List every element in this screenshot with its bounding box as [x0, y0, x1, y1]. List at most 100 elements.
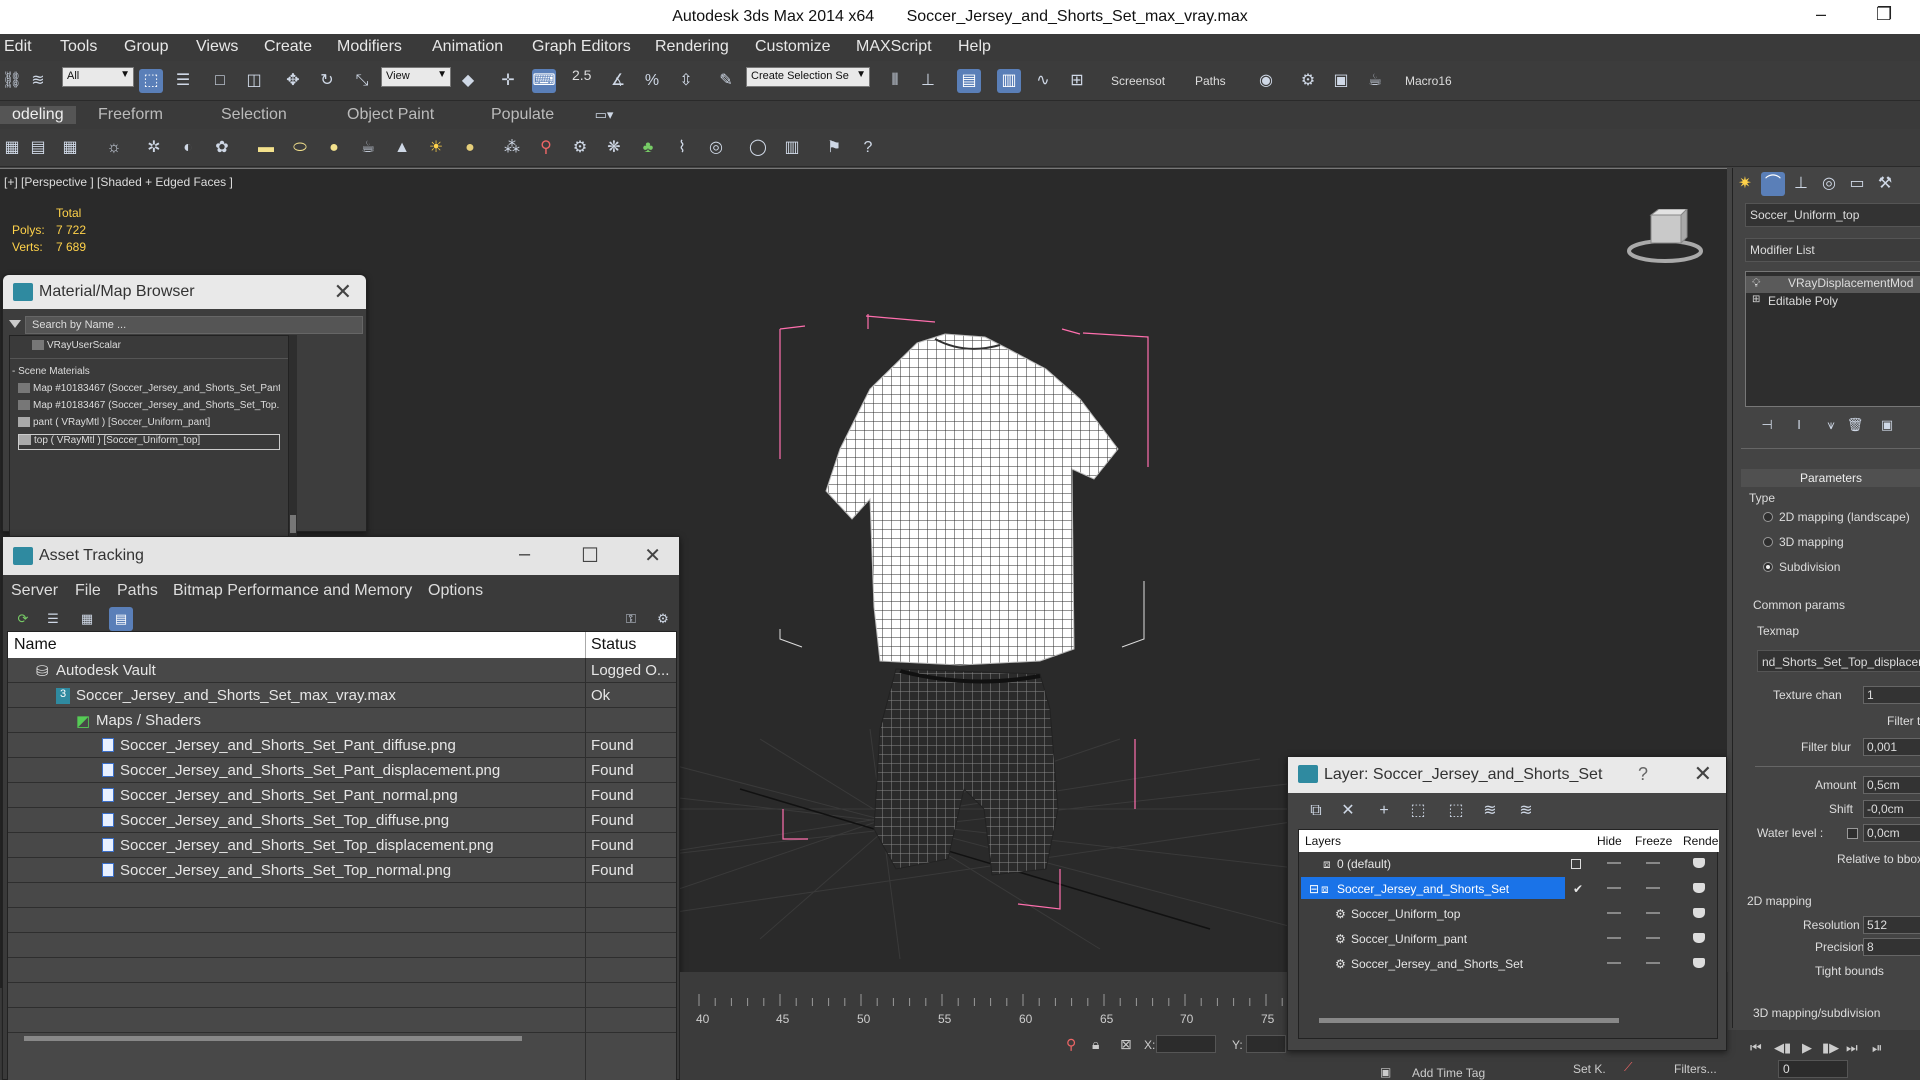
freeze-toggle[interactable]: [1646, 862, 1660, 864]
y-coordinate-field[interactable]: [1246, 1035, 1286, 1053]
display-tab-icon[interactable]: ▭: [1845, 172, 1869, 196]
precision-spinner[interactable]: 8: [1863, 938, 1920, 956]
layers-icon[interactable]: ▦: [0, 136, 24, 160]
menu-options[interactable]: Options: [428, 582, 483, 600]
render-teapot-icon[interactable]: [1693, 958, 1705, 968]
spinner-snap-icon[interactable]: ⇳: [674, 69, 698, 93]
viewcube-icon[interactable]: [1625, 207, 1705, 272]
set-key-button[interactable]: Set K.: [1573, 1062, 1606, 1076]
shift-spinner[interactable]: -0,0cm: [1863, 800, 1920, 818]
tab-populate[interactable]: Populate: [491, 106, 554, 124]
tab-object-paint[interactable]: Object Paint: [347, 106, 434, 124]
select-object-icon[interactable]: ⬚: [139, 69, 163, 93]
radio-2d-mapping[interactable]: [1763, 512, 1773, 522]
absolute-mode-icon[interactable]: ⊠: [1120, 1036, 1132, 1053]
help-icon[interactable]: ?: [856, 136, 880, 160]
next-frame-icon[interactable]: ▮▶: [1822, 1040, 1839, 1056]
percent-snap-icon[interactable]: %: [640, 69, 664, 93]
grid-icon[interactable]: ▦: [58, 136, 82, 160]
table-row[interactable]: 3 Soccer_Jersey_and_Shorts_Set_max_vray.…: [8, 683, 676, 708]
list-item[interactable]: Map #10183467 (Soccer_Jersey_and_Shorts_…: [18, 400, 280, 416]
link-icon[interactable]: ⛓: [0, 69, 24, 93]
column-status[interactable]: Status: [591, 636, 636, 654]
vray-fur-icon[interactable]: ⁂: [500, 136, 524, 160]
thumbnail-view-icon[interactable]: ▦: [75, 607, 99, 631]
list-item[interactable]: VRayUserScalar: [32, 340, 294, 356]
vray-frame-buffer-icon[interactable]: ▥: [780, 136, 804, 160]
menu-group[interactable]: Group: [124, 38, 168, 56]
relative-to-bbox-checkbox[interactable]: Relative to bbox: [1837, 852, 1920, 866]
material-browser-titlebar[interactable]: Material/Map Browser ✕: [3, 275, 366, 309]
highlight-selected-icon[interactable]: ⬚: [1444, 799, 1468, 823]
angle-snap-icon[interactable]: ∡: [606, 69, 630, 93]
menu-file[interactable]: File: [75, 582, 101, 600]
box-icon[interactable]: ⬭: [288, 136, 312, 160]
select-by-name-icon[interactable]: ☰: [171, 69, 195, 93]
options-triangle-icon[interactable]: [9, 320, 21, 328]
remove-modifier-icon[interactable]: 🗑︎: [1843, 413, 1867, 437]
render-teapot-icon[interactable]: [1693, 883, 1705, 893]
rendered-frame-window-icon[interactable]: ▣: [1329, 69, 1353, 93]
group-scene-materials[interactable]: - Scene Materials: [12, 366, 90, 377]
list-view-icon[interactable]: ☰: [41, 607, 65, 631]
radio-subdivision[interactable]: [1763, 562, 1773, 572]
menu-modifiers[interactable]: Modifiers: [337, 38, 402, 56]
render-teapot-icon[interactable]: [1693, 908, 1705, 918]
pivot-center-icon[interactable]: ◆: [456, 69, 480, 93]
vray-plane-icon[interactable]: ♣: [636, 136, 660, 160]
paths-button[interactable]: Paths: [1195, 74, 1226, 88]
snapshot-icon[interactable]: ✲: [142, 136, 166, 160]
modifier-list-dropdown[interactable]: Modifier List: [1745, 238, 1920, 262]
configure-modifier-sets-icon[interactable]: ▣: [1875, 413, 1899, 437]
hierarchy-tab-icon[interactable]: ⊥: [1789, 172, 1813, 196]
key-mode-icon[interactable]: ⏯: [1872, 1040, 1882, 1056]
material-editor-icon[interactable]: ◉: [1254, 69, 1278, 93]
column-name[interactable]: Name: [14, 636, 57, 654]
resolution-spinner[interactable]: 512: [1863, 916, 1920, 934]
menu-bitmap-performance[interactable]: Bitmap Performance and Memory: [173, 582, 412, 600]
add-time-tag-button[interactable]: Add Time Tag: [1412, 1066, 1485, 1080]
table-row[interactable]: Soccer_Jersey_and_Shorts_Set_Pant_normal…: [8, 783, 676, 808]
maximize-icon[interactable]: ☐: [581, 543, 599, 568]
list-item-selected[interactable]: top ( VRayMtl ) [Soccer_Uniform_top]: [18, 434, 280, 450]
amount-spinner[interactable]: 0,5cm: [1863, 776, 1920, 794]
close-icon[interactable]: ✕: [1694, 761, 1712, 787]
hide-toggle[interactable]: [1607, 962, 1621, 964]
close-icon[interactable]: ✕: [334, 279, 352, 305]
parameters-rollout-header[interactable]: Parameters: [1741, 469, 1920, 487]
curve-editor-icon[interactable]: ∿: [1031, 69, 1055, 93]
table-row[interactable]: ◩ Maps / Shaders: [8, 708, 676, 733]
vray-fog-icon[interactable]: ◎: [704, 136, 728, 160]
checkmark-icon[interactable]: ✔: [1573, 882, 1583, 896]
schematic-view-icon[interactable]: ⊞: [1065, 69, 1089, 93]
layer-window-titlebar[interactable]: Layer: Soccer_Jersey_and_Shorts_Set ? ✕: [1288, 757, 1726, 793]
render-teapot-icon[interactable]: [1693, 933, 1705, 943]
layer-object-row[interactable]: ⚙ Soccer_Jersey_and_Shorts_Set: [1299, 952, 1719, 977]
plane-icon[interactable]: ▬: [254, 136, 278, 160]
menu-rendering[interactable]: Rendering: [655, 38, 729, 56]
filter-blur-spinner[interactable]: 0,001: [1863, 738, 1920, 756]
layer-manager-icon[interactable]: ▥: [997, 69, 1021, 93]
scrollbar-thumb[interactable]: [290, 515, 296, 533]
play-icon[interactable]: ▶: [1802, 1040, 1812, 1056]
layer-row-selected[interactable]: ⊟ ⧈ Soccer_Jersey_and_Shorts_Set ✔: [1299, 877, 1719, 902]
tab-modeling[interactable]: odeling: [0, 106, 76, 124]
tab-selection[interactable]: Selection: [221, 106, 287, 124]
vray-sphere-icon[interactable]: ❋: [602, 136, 626, 160]
render-production-icon[interactable]: ☕: [1363, 69, 1387, 93]
stack-item-editable-poly[interactable]: ⊞ Editable Poly: [1746, 294, 1920, 311]
delete-layer-icon[interactable]: ✕: [1336, 799, 1360, 823]
column-render[interactable]: Rende: [1683, 834, 1718, 848]
light-lister-icon[interactable]: ☼: [102, 136, 126, 160]
asset-table-horizontal-scrollbar[interactable]: [24, 1036, 522, 1041]
layer-list-icon[interactable]: ▤: [26, 136, 50, 160]
window-crossing-icon[interactable]: ◫: [242, 69, 266, 93]
freeze-toggle[interactable]: [1646, 937, 1660, 939]
table-row[interactable]: Soccer_Jersey_and_Shorts_Set_Top_normal.…: [8, 858, 676, 883]
stack-item-vray-displacement[interactable]: 💡︎ VRayDisplacementMod: [1746, 276, 1920, 293]
mirror-icon[interactable]: ⫴: [883, 69, 907, 93]
make-unique-icon[interactable]: ⩛: [1819, 413, 1843, 437]
filter-texmap-checkbox[interactable]: Filter texmap: [1887, 714, 1920, 728]
tab-freeform[interactable]: Freeform: [98, 106, 163, 124]
table-row[interactable]: Soccer_Jersey_and_Shorts_Set_Top_diffuse…: [8, 808, 676, 833]
